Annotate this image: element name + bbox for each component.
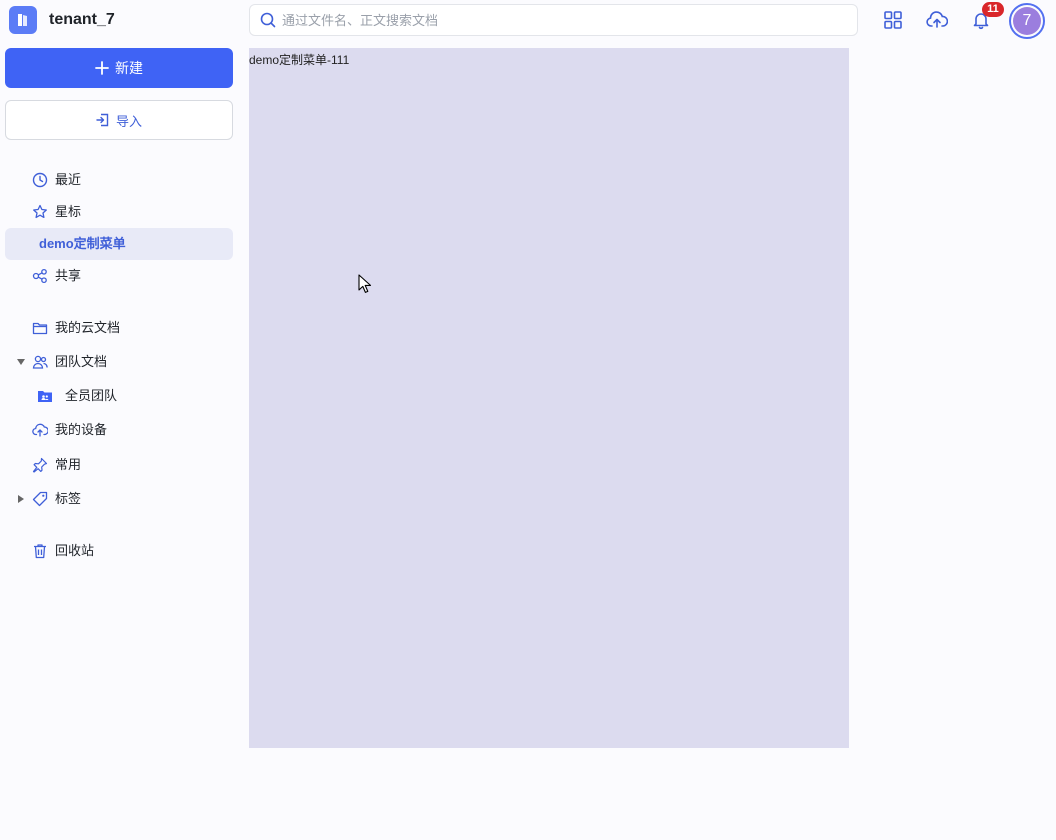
cloud-upload-icon	[32, 423, 48, 437]
apps-button[interactable]	[881, 8, 905, 32]
avatar-initial: 7	[1013, 7, 1041, 35]
cloud-upload-icon	[926, 11, 948, 28]
tag-icon	[32, 491, 48, 507]
team-icon	[32, 355, 48, 369]
team-folder-icon	[38, 391, 52, 402]
sidebar-item-label: 共享	[55, 268, 82, 283]
sidebar-item-starred[interactable]: 星标	[5, 196, 233, 228]
sidebar-item-label: 我的云文档	[55, 320, 121, 335]
search-icon	[260, 12, 276, 28]
sidebar-item-label: 常用	[55, 457, 82, 472]
grid-icon	[884, 11, 902, 29]
sidebar-item-trash[interactable]: 回收站	[5, 535, 233, 567]
expand-caret-icon[interactable]	[18, 495, 24, 503]
new-button-label: 新建	[115, 60, 143, 76]
sidebar-item-shared[interactable]: 共享	[5, 260, 233, 292]
upload-button[interactable]	[925, 8, 949, 32]
app-logo[interactable]	[9, 6, 37, 34]
sidebar-item-all-staff-team[interactable]: 全员团队	[5, 380, 233, 412]
sidebar-item-label: 星标	[55, 204, 82, 219]
avatar[interactable]: 7	[1009, 3, 1045, 39]
share-icon	[32, 268, 47, 284]
sidebar-item-team-docs[interactable]: 团队文档	[5, 346, 233, 378]
pin-icon	[32, 457, 48, 473]
sidebar-item-demo-menu[interactable]: demo定制菜单	[5, 228, 233, 260]
import-icon	[96, 113, 109, 127]
notification-badge: 11	[982, 2, 1004, 17]
tenant-name[interactable]: tenant_7	[49, 11, 115, 29]
sidebar-item-label: 团队文档	[55, 354, 108, 369]
sidebar-item-label: 标签	[55, 491, 82, 506]
sidebar-item-recent[interactable]: 最近	[5, 164, 233, 196]
mouse-cursor-icon	[358, 274, 372, 293]
document-icon	[18, 14, 27, 26]
sidebar-item-label: demo定制菜单	[39, 236, 126, 251]
new-button[interactable]: 新建	[5, 48, 233, 88]
sidebar-item-frequent[interactable]: 常用	[5, 449, 233, 481]
sidebar-item-label: 全员团队	[65, 388, 118, 403]
search-input[interactable]	[282, 12, 842, 28]
star-icon	[33, 204, 47, 219]
sidebar-item-tags[interactable]: 标签	[5, 483, 233, 515]
expand-caret-icon[interactable]	[17, 359, 25, 365]
import-button[interactable]: 导入	[5, 100, 233, 140]
main-content-area[interactable]: demo定制菜单-111	[249, 48, 849, 748]
folder-icon	[32, 322, 48, 335]
sidebar-item-my-docs[interactable]: 我的云文档	[5, 312, 233, 344]
sidebar-item-label: 最近	[55, 172, 82, 187]
clock-icon	[32, 172, 48, 188]
import-button-label: 导入	[115, 113, 142, 129]
sidebar-item-label: 我的设备	[55, 422, 108, 437]
content-text: demo定制菜单-111	[249, 53, 350, 67]
sidebar-item-label: 回收站	[55, 543, 95, 558]
trash-icon	[34, 544, 46, 559]
sidebar-item-my-devices[interactable]: 我的设备	[5, 414, 233, 446]
plus-icon	[95, 61, 109, 75]
search-bar[interactable]	[249, 4, 858, 36]
